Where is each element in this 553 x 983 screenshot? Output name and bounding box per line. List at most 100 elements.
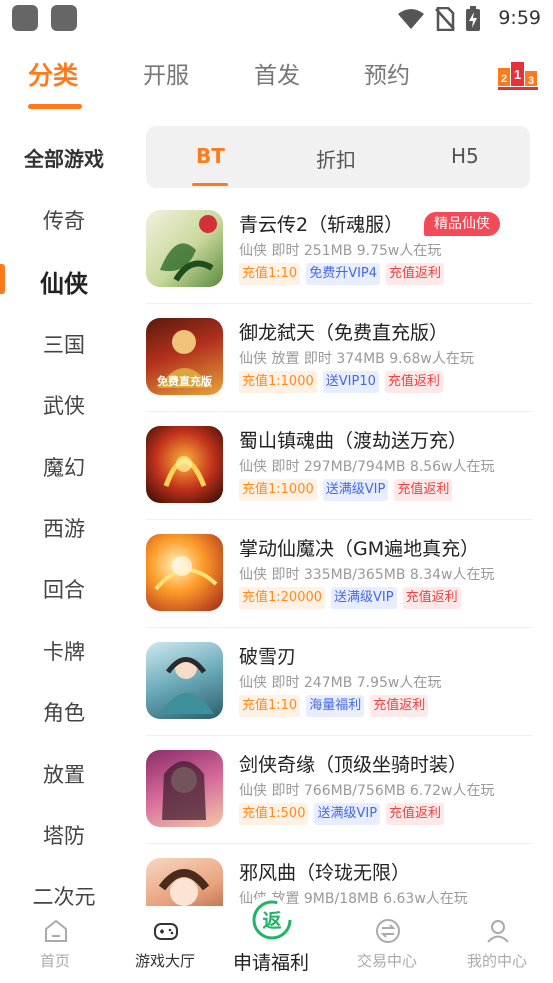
tag-recharge: 充值1:500 — [239, 803, 309, 825]
game-icon — [146, 534, 223, 611]
category-item[interactable]: 塔防 — [0, 820, 128, 850]
tag-rebate: 充值返利 — [370, 695, 429, 717]
game-name: 蜀山镇魂曲（渡劫送万充） — [239, 430, 468, 452]
rank-digit: 1 — [514, 67, 521, 82]
rebate-char: 返 — [262, 910, 281, 932]
clock: 9:59 — [498, 7, 541, 29]
user-icon — [487, 920, 509, 943]
tag-vip: 送VIP10 — [322, 371, 379, 393]
active-subtab-underline — [192, 183, 228, 186]
tab-h5[interactable]: H5 — [451, 144, 479, 168]
game-icon — [146, 642, 223, 719]
category-all[interactable]: 全部游戏 — [0, 143, 128, 172]
tab-bt[interactable]: BT — [196, 144, 225, 168]
nav-label: 我的中心 — [466, 952, 527, 970]
tag-recharge: 充值1:10 — [239, 263, 301, 285]
tag-rebate: 充值返利 — [394, 479, 453, 501]
nav-my-center[interactable]: 我的中心 — [442, 906, 552, 983]
tab-category[interactable]: 分类 — [28, 56, 78, 92]
game-tags: 充值1:20000 送满级VIP 充值返利 — [239, 587, 461, 609]
game-name: 掌动仙魔决（GM遍地真充） — [239, 538, 480, 560]
home-icon — [45, 919, 67, 942]
tab-server[interactable]: 开服 — [143, 56, 189, 90]
game-row[interactable]: 免费直充版 御龙弑天（免费直充版） 仙侠 放置 即时 374MB 9.68w人在… — [146, 304, 532, 412]
tab-debut[interactable]: 首发 — [254, 56, 300, 90]
nav-apply-welfare[interactable]: 返 申请福利 — [222, 900, 332, 983]
tag-rebate: 充值返利 — [386, 263, 445, 285]
game-meta: 仙侠 放置 即时 374MB 9.68w人在玩 — [239, 351, 474, 367]
game-meta: 仙侠 即时 251MB 9.75w人在玩 — [239, 243, 442, 259]
game-meta: 仙侠 即时 297MB/794MB 8.56w人在玩 — [239, 459, 495, 475]
game-name: 御龙弑天（免费直充版） — [239, 322, 449, 344]
category-item[interactable]: 武侠 — [0, 390, 128, 420]
nav-label: 交易中心 — [356, 952, 417, 970]
status-icons — [397, 6, 481, 32]
category-sidebar: 全部游戏 传奇 仙侠 三国 武侠 魔幻 西游 回合 卡牌 角色 放置 塔防 二次… — [0, 126, 128, 906]
top-tab-bar: 分类 开服 首发 预约 — [0, 50, 553, 114]
game-name: 剑侠奇缘（顶级坐骑时装） — [239, 754, 468, 776]
tag-rebate: 充值返利 — [384, 371, 443, 393]
game-row[interactable]: 青云传2（斩魂服） 精品仙侠 仙侠 即时 251MB 9.75w人在玩 充值1:… — [146, 196, 532, 304]
game-row[interactable]: 掌动仙魔决（GM遍地真充） 仙侠 即时 335MB/365MB 8.34w人在玩… — [146, 520, 532, 628]
tag-vip: 送满级VIP — [331, 587, 397, 609]
game-row[interactable]: 蜀山镇魂曲（渡劫送万充） 仙侠 即时 297MB/794MB 8.56w人在玩 … — [146, 412, 532, 520]
notification-icon — [51, 5, 77, 31]
rebate-icon: 返 — [252, 900, 292, 940]
tag-vip: 免费升VIP4 — [306, 263, 381, 285]
game-icon — [146, 750, 223, 827]
game-meta: 仙侠 即时 766MB/756MB 6.72w人在玩 — [239, 783, 495, 799]
game-tags: 充值1:1000 送满级VIP 充值返利 — [239, 479, 453, 501]
game-list: 青云传2（斩魂服） 精品仙侠 仙侠 即时 251MB 9.75w人在玩 充值1:… — [146, 196, 536, 906]
gamepad-icon — [154, 923, 178, 940]
active-tab-underline — [28, 104, 82, 109]
category-item[interactable]: 放置 — [0, 759, 128, 789]
category-item[interactable]: 三国 — [0, 329, 128, 359]
nav-label: 游戏大厅 — [134, 952, 195, 970]
category-item[interactable]: 回合 — [0, 574, 128, 604]
status-bar: 9:59 — [0, 0, 553, 38]
nav-trade-center[interactable]: 交易中心 — [332, 906, 442, 983]
category-item[interactable]: 卡牌 — [0, 636, 128, 666]
category-item[interactable]: 传奇 — [0, 205, 128, 235]
bottom-nav: 首页 游戏大厅 返 申请福利 交易中心 我的中心 — [0, 896, 553, 983]
featured-badge: 精品仙侠 — [424, 212, 500, 236]
game-tags: 充值1:1000 送VIP10 充值返利 — [239, 371, 443, 393]
game-name: 破雪刃 — [239, 646, 297, 668]
nav-label: 申请福利 — [232, 952, 309, 974]
platform-tab-bar: BT 折扣 H5 — [146, 126, 530, 188]
category-item[interactable]: 魔幻 — [0, 452, 128, 482]
game-name: 青云传2（斩魂服） — [239, 214, 404, 236]
tab-reserve[interactable]: 预约 — [364, 56, 410, 90]
tag-welfare: 海量福利 — [306, 695, 365, 717]
notification-icon — [12, 5, 38, 31]
game-icon — [146, 210, 223, 287]
category-item-active[interactable]: 仙侠 — [0, 264, 128, 299]
category-item[interactable]: 二次元 — [0, 881, 128, 906]
tag-recharge: 充值1:20000 — [239, 587, 326, 609]
game-icon — [146, 858, 223, 906]
battery-charging-icon — [466, 6, 480, 31]
game-meta: 仙侠 即时 247MB 7.95w人在玩 — [239, 675, 442, 691]
game-tags: 充值1:500 送满级VIP 充值返利 — [239, 803, 445, 825]
nav-game-hall[interactable]: 游戏大厅 — [110, 906, 220, 983]
game-name: 邪风曲（玲珑无限） — [239, 862, 411, 884]
rank-digit: 3 — [528, 75, 534, 87]
rank-digit: 2 — [501, 73, 507, 85]
nav-home[interactable]: 首页 — [0, 906, 110, 983]
tag-rebate: 充值返利 — [402, 587, 461, 609]
tag-recharge: 充值1:1000 — [239, 479, 317, 501]
ranking-icon[interactable]: 2 1 3 — [498, 60, 538, 90]
wifi-icon — [398, 9, 424, 29]
tab-discount[interactable]: 折扣 — [316, 144, 356, 173]
tag-vip: 送满级VIP — [322, 479, 389, 501]
game-row[interactable]: 破雪刃 仙侠 即时 247MB 7.95w人在玩 充值1:10 海量福利 充值返… — [146, 628, 532, 736]
game-row[interactable]: 邪风曲（玲珑无限） 仙侠 放置 9MB/18MB 6.63w人在玩 — [146, 844, 532, 906]
game-meta: 仙侠 即时 335MB/365MB 8.34w人在玩 — [239, 567, 495, 583]
tag-recharge: 充值1:10 — [239, 695, 301, 717]
category-item[interactable]: 角色 — [0, 697, 128, 727]
no-sim-icon — [435, 7, 455, 31]
category-item[interactable]: 西游 — [0, 513, 128, 543]
tag-vip: 送满级VIP — [314, 803, 381, 825]
game-row[interactable]: 剑侠奇缘（顶级坐骑时装） 仙侠 即时 766MB/756MB 6.72w人在玩 … — [146, 736, 532, 844]
game-icon — [146, 426, 223, 503]
